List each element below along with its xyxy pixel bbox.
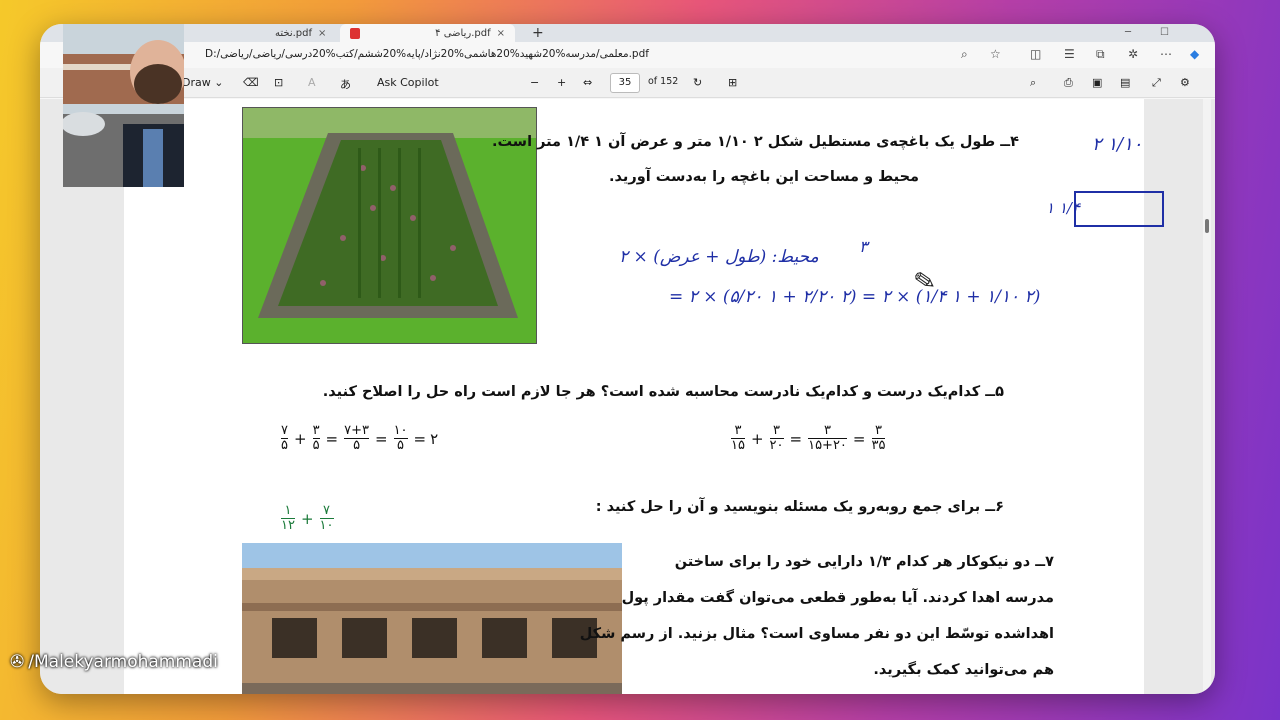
browser-window: نخته.pdf × ریاضی ۴.pdf × + ─ ☐ D:/معلمی/…	[40, 24, 1215, 694]
fraction: ۳ ۳۵	[871, 423, 886, 453]
q4-line1: ۴ــ طول یک باغچه‌ی مستطیل شکل ۲ ۱/۱۰ متر…	[491, 134, 1019, 150]
fullscreen-icon[interactable]: ⤢	[1152, 76, 1161, 90]
vertical-scrollbar[interactable]	[1203, 99, 1211, 694]
q5-text: ۵ــ کدام‌یک درست و کدام‌یک نادرست محاسبه…	[322, 384, 1004, 400]
q7-line1: ۷ــ دو نیکوکار هر کدام ۱/۳ دارایی خود را…	[674, 554, 1054, 570]
search-icon[interactable]: ⌕	[1030, 76, 1036, 90]
numerator: ۱	[284, 503, 292, 518]
tab-strip: نخته.pdf × ریاضی ۴.pdf × + ─ ☐	[40, 24, 1215, 42]
film-reel-icon: ✇	[10, 652, 25, 672]
close-icon[interactable]: ×	[318, 28, 326, 39]
close-icon[interactable]: ×	[497, 28, 505, 39]
draw-button[interactable]: Draw ⌄	[182, 76, 223, 89]
print-icon[interactable]: ⎙	[1064, 76, 1073, 90]
favorite-star-icon[interactable]: ☆	[990, 47, 1001, 61]
q6-text: ۶ــ برای جمع روبه‌رو یک مسئله بنویسید و …	[595, 499, 1004, 515]
draw-label: Draw	[182, 76, 211, 89]
extensions-icon[interactable]: ✲	[1128, 47, 1138, 61]
pdf-icon	[350, 27, 360, 39]
zoom-icon[interactable]: ⌕	[961, 47, 968, 62]
q5-equation-right: ۳ ۱۵ + ۳ ۲۰ = ۳ ۱۵+۲۰ = ۳ ۳۵	[731, 423, 886, 453]
fraction: ۱ ۱۲	[281, 504, 295, 533]
ask-copilot-button[interactable]: Ask Copilot	[377, 76, 439, 89]
fraction: ۷+۳ ۵	[344, 423, 369, 453]
q5-equation-left: ۷۵ + ۳۵ = ۷+۳ ۵ = ۱۰ ۵ = ۲	[281, 423, 439, 453]
pdf-page: ۴ــ طول یک باغچه‌ی مستطیل شکل ۲ ۱/۱۰ متر…	[124, 99, 1164, 694]
rotate-icon[interactable]: ↻	[693, 76, 702, 89]
handwritten-rectangle	[1074, 191, 1164, 227]
q7-line2: مدرسه اهدا کردند. آیا به‌طور قطعی می‌توا…	[621, 590, 1054, 606]
eraser-icon[interactable]: ⌫	[243, 76, 259, 89]
denominator: ۱۰	[319, 518, 334, 533]
q7-line4: هم می‌توانید کمک بگیرید.	[873, 662, 1054, 678]
fraction: ۳ ۱۵+۲۰	[808, 423, 847, 453]
zoom-in-button[interactable]: +	[557, 76, 566, 89]
handwritten-rect-top: ۲ ۱/۱۰	[1092, 134, 1143, 155]
tab-1[interactable]: نخته.pdf ×	[265, 24, 336, 42]
pencil-cursor-icon: ✎	[911, 265, 939, 299]
more-menu-icon[interactable]: ⋯	[1160, 47, 1172, 61]
url-field[interactable]: D:/معلمی/مدرسه%20شهید%20هاشمی%20نژاد/پای…	[205, 48, 649, 60]
tab-2-label: ریاضی ۴.pdf	[435, 27, 491, 39]
page-total: of 152	[648, 76, 679, 87]
favorites-icon[interactable]: ☰	[1064, 47, 1075, 61]
save-as-icon[interactable]: ▤	[1120, 76, 1130, 89]
q4-line2: محیط و مساحت این باغچه را به‌دست آورید.	[609, 169, 919, 185]
watermark-text: /Malekyarmohammadi	[28, 652, 218, 672]
school-photo	[242, 543, 622, 694]
webcam-overlay	[63, 24, 184, 187]
copilot-icon[interactable]: ◆	[1190, 47, 1199, 61]
zoom-out-button[interactable]: −	[530, 76, 539, 89]
fraction: ۷۵	[281, 423, 288, 453]
pdf-viewer[interactable]: ۴ــ طول یک باغچه‌ی مستطیل شکل ۲ ۱/۱۰ متر…	[40, 99, 1215, 694]
fraction: ۷ ۱۰	[319, 503, 334, 533]
tab-2-active[interactable]: ریاضی ۴.pdf ×	[340, 24, 515, 42]
address-bar: D:/معلمی/مدرسه%20شهید%20هاشمی%20نژاد/پای…	[40, 42, 1215, 68]
fit-page-icon[interactable]: ⇔	[583, 76, 592, 89]
new-tab-button[interactable]: +	[532, 24, 544, 42]
text-box-icon[interactable]: ⊡	[274, 76, 283, 89]
scrollbar-thumb[interactable]	[1205, 219, 1209, 233]
pdf-toolbar: Draw ⌄ ⌫ ⊡ A あ Ask Copilot − + ⇔ 35 of 1…	[40, 68, 1215, 98]
desktop-left-strip	[0, 0, 40, 720]
fraction: ۱۰ ۵	[393, 423, 408, 453]
watermark: ✇ /Malekyarmohammadi	[10, 652, 218, 672]
page-number-input[interactable]: 35	[610, 73, 640, 93]
q7-line3: اهداشده توسّط این دو نفر مساوی است؟ مثال…	[579, 626, 1054, 642]
handwritten-three: ۳	[859, 237, 868, 256]
settings-gear-icon[interactable]: ⚙	[1180, 76, 1190, 89]
handwritten-calc-line: (۲ ۱/۱۰ + ۱ ۱/۴) × ۲ = (۲ ۲/۲۰ + ۱ ۵/۲۰)…	[669, 287, 1041, 307]
fraction: ۳ ۱۵	[731, 423, 745, 453]
fraction: ۳ ۲۰	[769, 423, 784, 453]
minimize-icon[interactable]: ─	[1125, 24, 1131, 42]
fraction: ۳۵	[312, 423, 320, 453]
text-size-icon[interactable]: A	[308, 76, 316, 89]
q6-sum: ۱ ۱۲ + ۷ ۱۰	[281, 503, 334, 533]
maximize-icon[interactable]: ☐	[1160, 24, 1169, 42]
read-aloud-icon[interactable]: あ	[340, 76, 351, 92]
tab-1-label: نخته.pdf	[275, 27, 313, 39]
page-view-icon[interactable]: ⊞	[728, 76, 737, 89]
handwritten-perimeter-formula: محیط: (طول + عرض) × ۲	[619, 247, 819, 267]
numerator: ۷	[323, 503, 331, 518]
handwritten-rect-side: ۱ ۱/۴	[1046, 199, 1080, 217]
denominator: ۱۲	[281, 518, 295, 533]
save-icon[interactable]: ▣	[1092, 76, 1102, 89]
split-screen-icon[interactable]: ◫	[1030, 47, 1041, 61]
collections-icon[interactable]: ⧉	[1096, 47, 1105, 62]
